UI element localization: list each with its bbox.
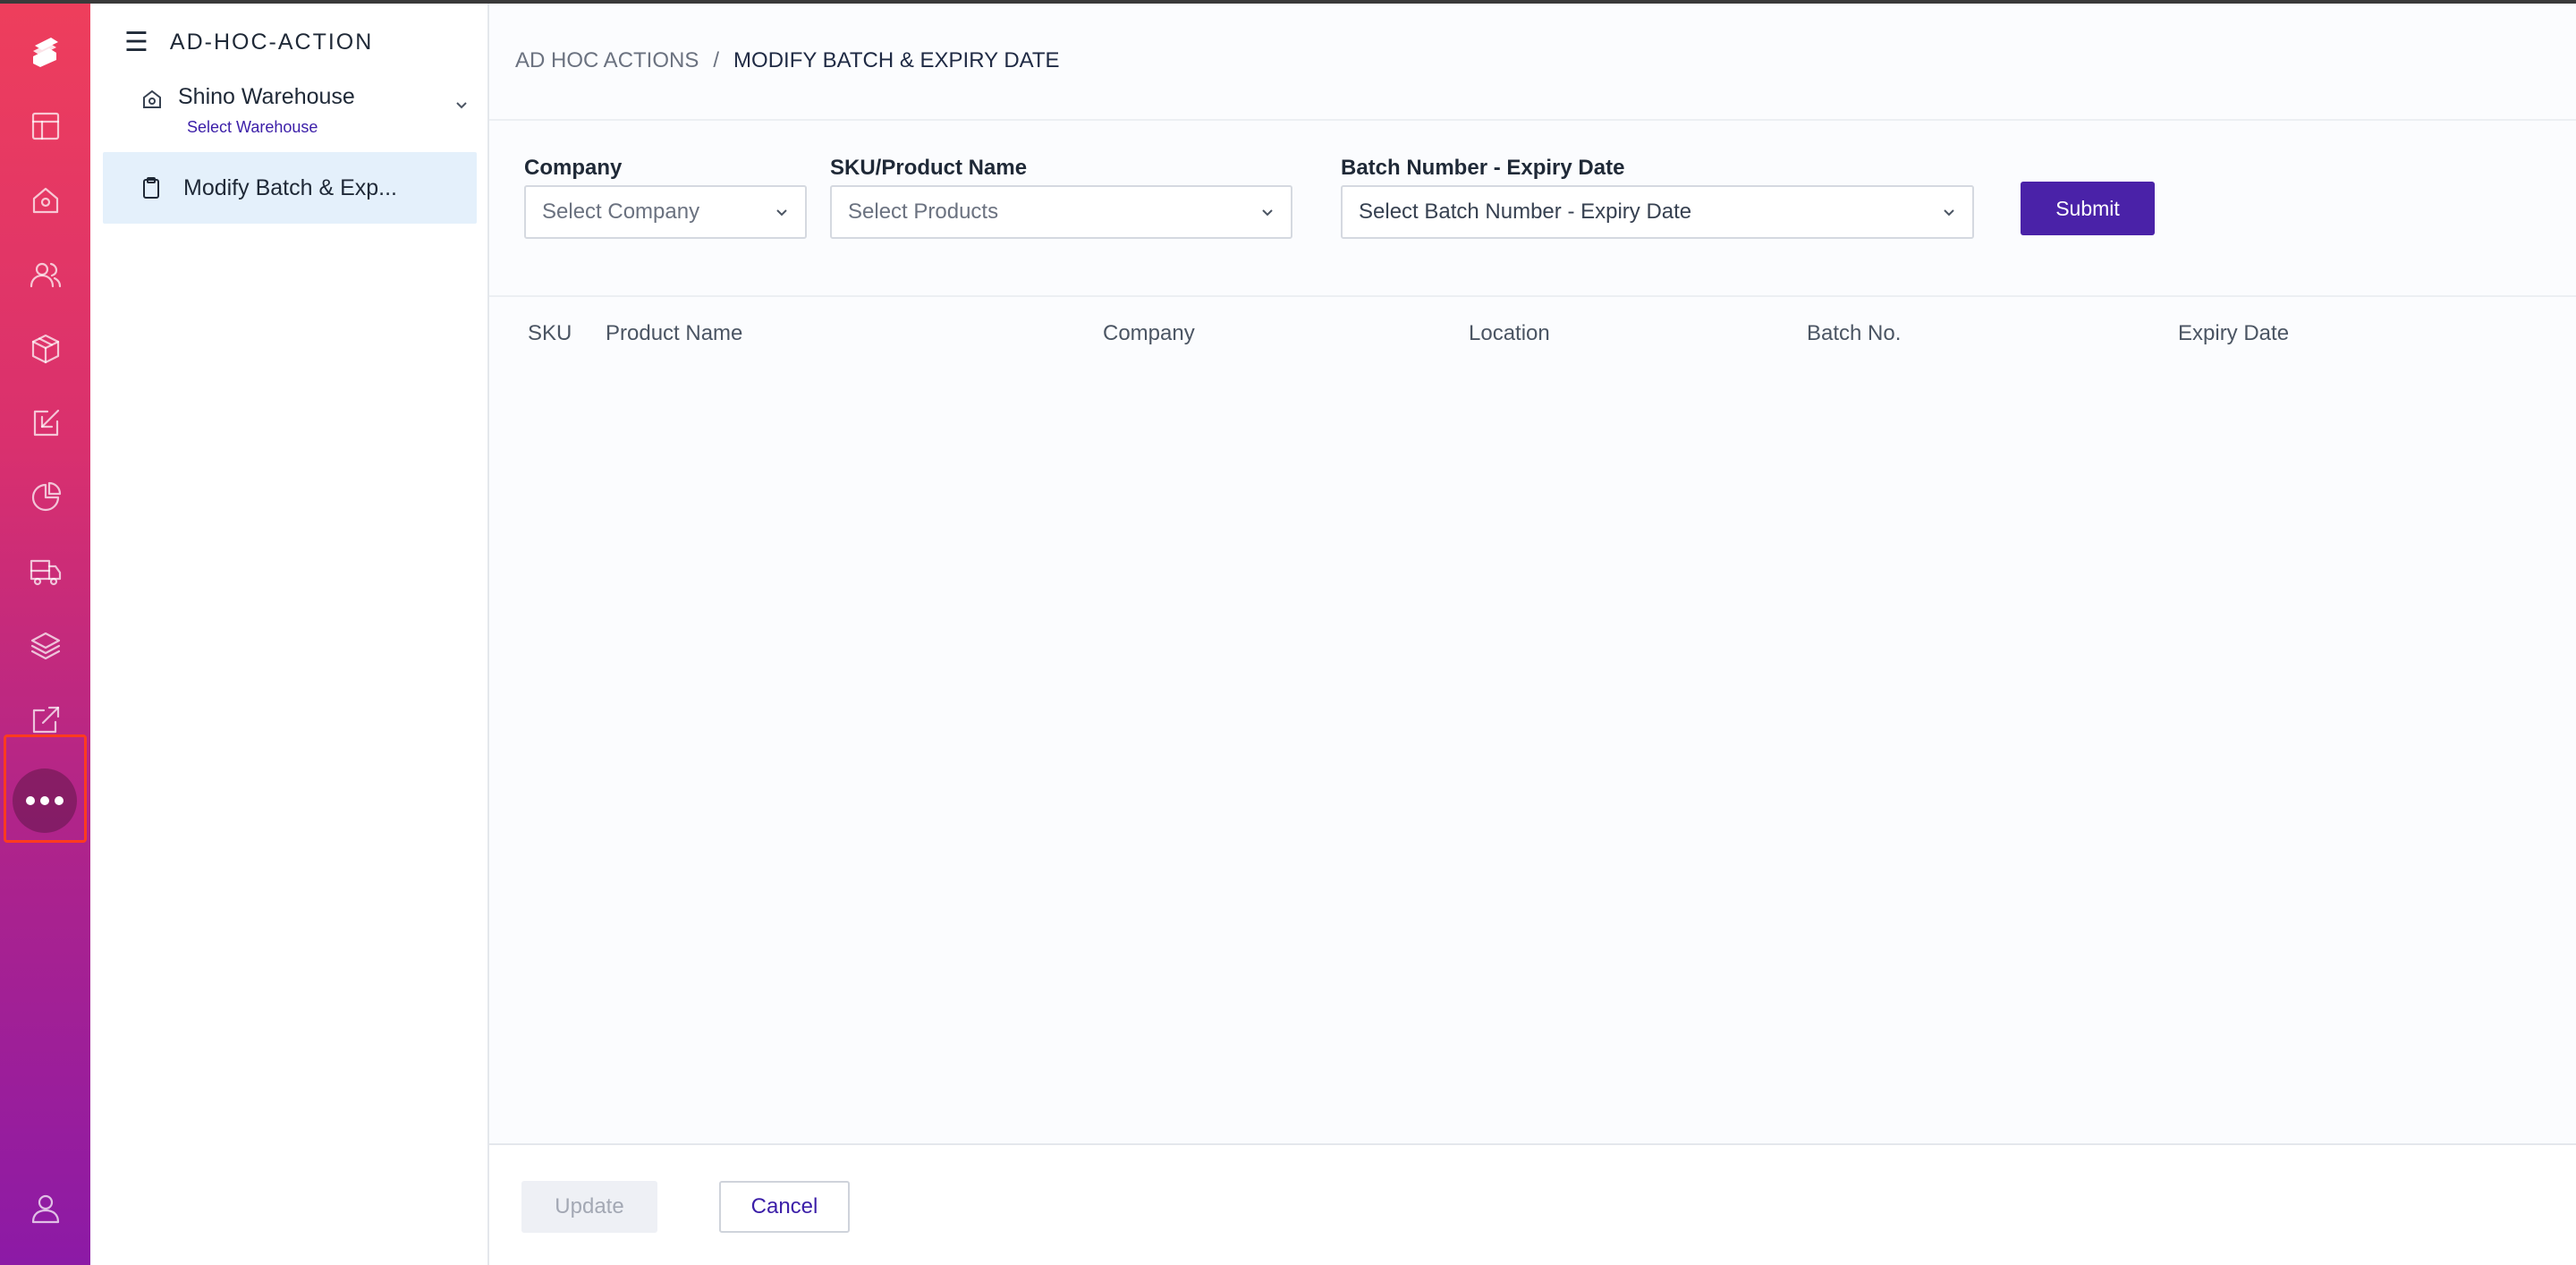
header-divider (489, 119, 2576, 121)
form-footer: Update Cancel (489, 1143, 2576, 1265)
secondary-sidebar: ☰ AD-HOC-ACTION Shino Warehouse Select W… (90, 4, 489, 1265)
layers-icon[interactable] (23, 624, 68, 668)
submit-button[interactable]: Submit (2021, 182, 2155, 235)
column-header-product-name: Product Name (606, 321, 743, 345)
hamburger-menu-icon[interactable]: ☰ (124, 27, 148, 58)
breadcrumb: AD HOC ACTIONS / MODIFY BATCH & EXPIRY D… (515, 48, 1060, 73)
box-icon[interactable] (23, 327, 68, 371)
batch-select[interactable]: Select Batch Number - Expiry Date (1341, 185, 1974, 239)
breadcrumb-parent[interactable]: AD HOC ACTIONS (515, 48, 699, 73)
more-icon[interactable] (13, 768, 77, 833)
user-icon[interactable] (23, 1186, 68, 1231)
pie-chart-icon[interactable] (23, 475, 68, 520)
warehouse-icon (140, 88, 164, 111)
warehouse-name: Shino Warehouse (178, 84, 355, 109)
sidebar-item-label: Modify Batch & Exp... (183, 174, 397, 200)
batch-label: Batch Number - Expiry Date (1341, 156, 1625, 180)
breadcrumb-separator: / (713, 48, 720, 72)
product-select-placeholder: Select Products (848, 200, 999, 224)
logo-icon[interactable] (23, 29, 68, 73)
home-icon[interactable] (23, 178, 68, 223)
column-header-expiry-date: Expiry Date (2178, 321, 2290, 345)
table-top-divider (489, 295, 2576, 297)
cancel-button[interactable]: Cancel (719, 1181, 850, 1233)
batch-select-placeholder: Select Batch Number - Expiry Date (1359, 200, 1692, 224)
update-button[interactable]: Update (521, 1181, 657, 1233)
product-label: SKU/Product Name (830, 156, 1028, 180)
sidebar-title: AD-HOC-ACTION (169, 30, 374, 55)
company-select[interactable]: Select Company (524, 185, 807, 239)
company-select-placeholder: Select Company (542, 200, 700, 224)
chevron-down-icon (1940, 203, 1958, 221)
users-icon[interactable] (23, 252, 68, 297)
truck-icon[interactable] (23, 549, 68, 594)
sidebar-item-modify-batch[interactable]: Modify Batch & Exp... (103, 152, 477, 224)
sidebar-header: ☰ AD-HOC-ACTION (124, 27, 373, 58)
column-header-sku: SKU (528, 321, 572, 345)
warehouse-selector[interactable]: Shino Warehouse Select Warehouse (140, 81, 471, 143)
chevron-down-icon (773, 203, 791, 221)
product-select[interactable]: Select Products (830, 185, 1292, 239)
app-rail (0, 4, 90, 1265)
layout-icon[interactable] (23, 104, 68, 149)
breadcrumb-current: MODIFY BATCH & EXPIRY DATE (733, 48, 1060, 72)
column-header-location: Location (1469, 321, 1550, 345)
main-content: AD HOC ACTIONS / MODIFY BATCH & EXPIRY D… (489, 4, 2576, 1265)
chevron-down-icon[interactable] (452, 95, 471, 115)
column-header-batch-no: Batch No. (1807, 321, 1902, 345)
company-label: Company (524, 156, 623, 180)
warehouse-sub-label[interactable]: Select Warehouse (187, 118, 318, 137)
clipboard-icon (139, 175, 164, 200)
inbound-icon[interactable] (23, 401, 68, 446)
chevron-down-icon (1258, 203, 1276, 221)
column-header-company: Company (1103, 321, 1195, 345)
